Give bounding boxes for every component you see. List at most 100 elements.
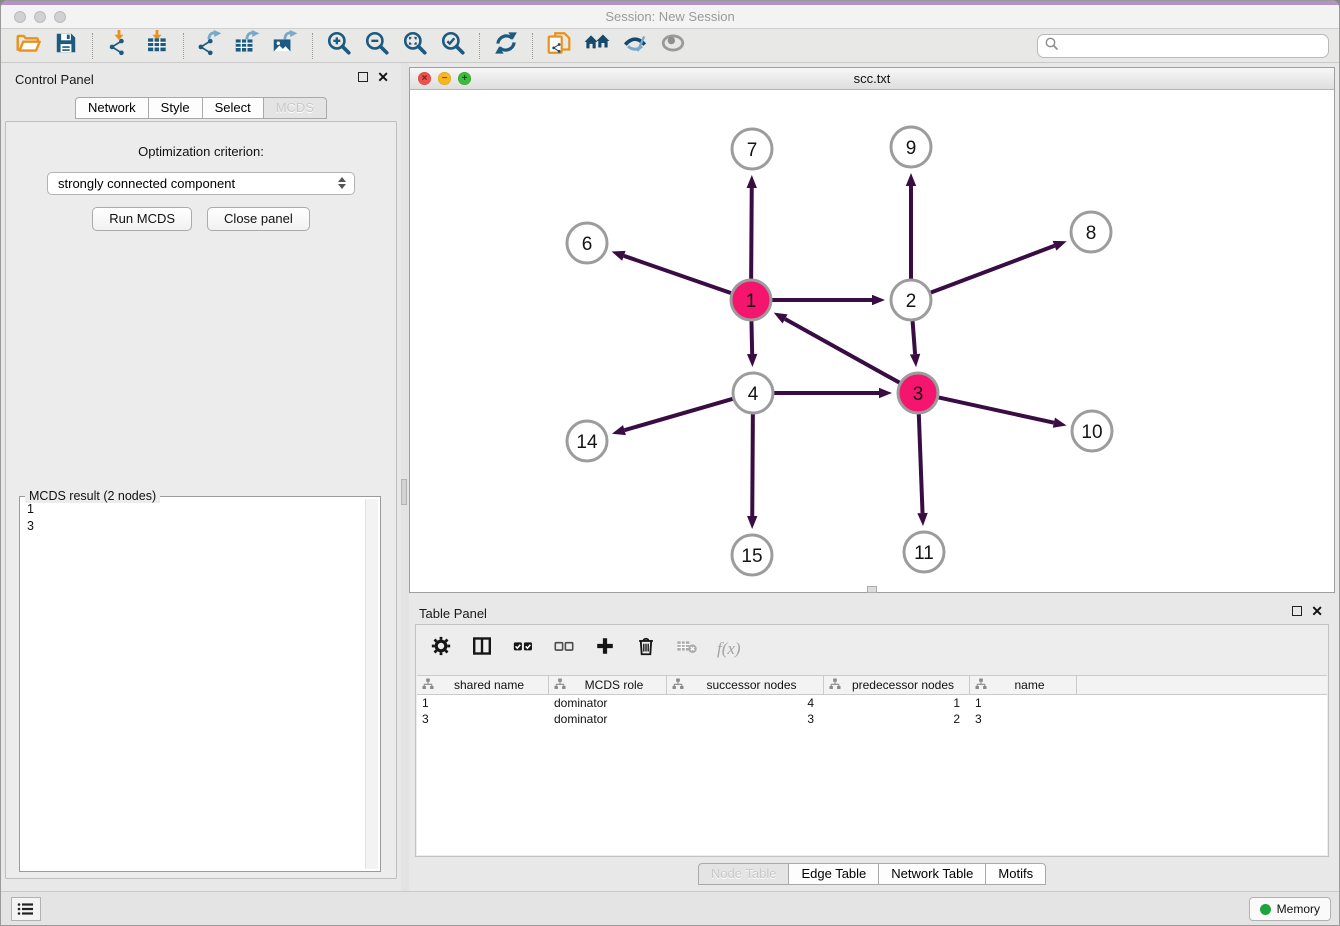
maximize-view-button[interactable]: + <box>458 72 471 85</box>
tab-node-table[interactable]: Node Table <box>698 863 790 885</box>
settings-gear-button[interactable] <box>430 635 452 662</box>
graphics-details-button[interactable] <box>616 31 654 61</box>
zoom-in-button[interactable] <box>320 31 358 61</box>
export-network-button[interactable] <box>191 31 229 61</box>
tab-mcds[interactable]: MCDS <box>263 97 327 119</box>
cell-MCDS-role[interactable]: dominator <box>549 696 667 710</box>
graph-edge-2-8[interactable] <box>931 241 1067 293</box>
export-table-button[interactable] <box>229 31 267 61</box>
graph-edge-1-2[interactable] <box>772 295 885 305</box>
import-network-button[interactable] <box>100 31 138 61</box>
task-history-button[interactable] <box>11 897 41 921</box>
graph-edge-4-3[interactable] <box>774 388 892 398</box>
graph-edge-3-11[interactable] <box>917 414 927 526</box>
export-network-icon <box>197 30 223 61</box>
float-table-panel-icon[interactable] <box>1292 606 1302 616</box>
table-row[interactable]: 3dominator323 <box>417 711 1327 727</box>
graph-node-2[interactable]: 2 <box>891 280 931 320</box>
delete-column-button[interactable] <box>635 635 657 662</box>
tab-motifs[interactable]: Motifs <box>985 863 1046 885</box>
close-panel-button[interactable]: Close panel <box>207 207 310 231</box>
tab-select[interactable]: Select <box>202 97 264 119</box>
cell-name[interactable]: 3 <box>970 712 1077 726</box>
graph-node-10[interactable]: 10 <box>1072 411 1112 451</box>
graph-node-7[interactable]: 7 <box>732 129 772 169</box>
zoom-in-icon <box>326 30 352 61</box>
cell-successor-nodes[interactable]: 3 <box>667 712 824 726</box>
table-row[interactable]: 1dominator411 <box>417 695 1327 711</box>
network-window-titlebar[interactable]: ×−+ scc.txt <box>410 68 1334 90</box>
import-network-icon <box>106 30 132 61</box>
svg-text:6: 6 <box>582 234 593 255</box>
graph-node-1[interactable]: 1 <box>731 280 771 320</box>
deselect-all-button[interactable] <box>553 635 575 662</box>
run-mcds-button[interactable]: Run MCDS <box>92 207 192 231</box>
graph-node-4[interactable]: 4 <box>733 373 773 413</box>
tab-style[interactable]: Style <box>148 97 203 119</box>
cell-predecessor-nodes[interactable]: 1 <box>824 696 970 710</box>
graph-edge-4-15[interactable] <box>747 414 757 529</box>
import-table-icon <box>144 30 170 61</box>
column-header-predecessor-nodes[interactable]: predecessor nodes <box>824 676 970 694</box>
refresh-layout-button[interactable] <box>487 31 525 61</box>
show-hide-icon <box>660 30 686 61</box>
criterion-dropdown[interactable]: strongly connected component <box>47 172 355 195</box>
column-header-MCDS-role[interactable]: MCDS role <box>549 676 667 694</box>
cell-name[interactable]: 1 <box>970 696 1077 710</box>
graph-node-8[interactable]: 8 <box>1071 212 1111 252</box>
cell-shared-name[interactable]: 1 <box>417 696 549 710</box>
graph-edge-1-4[interactable] <box>747 321 757 367</box>
export-image-button[interactable] <box>267 31 305 61</box>
column-header-successor-nodes[interactable]: successor nodes <box>667 676 824 694</box>
graph-edge-3-1[interactable] <box>774 313 900 383</box>
network-window: ×−+ scc.txt 1 2 3 4 6 7 8 9 10 11 14 15 <box>409 67 1335 593</box>
memory-button[interactable]: Memory <box>1249 897 1331 921</box>
graph-edge-2-3[interactable] <box>910 321 920 367</box>
column-header-name[interactable]: name <box>970 676 1077 694</box>
minimize-view-button[interactable]: − <box>438 72 451 85</box>
graph-edge-3-10[interactable] <box>939 397 1067 427</box>
cell-predecessor-nodes[interactable]: 2 <box>824 712 970 726</box>
cell-shared-name[interactable]: 3 <box>417 712 549 726</box>
graph-node-3[interactable]: 3 <box>898 373 938 413</box>
zoom-out-button[interactable] <box>358 31 396 61</box>
close-table-panel-icon[interactable]: ✕ <box>1311 605 1323 617</box>
close-view-button[interactable]: × <box>418 72 431 85</box>
search-box[interactable] <box>1037 34 1329 58</box>
tab-network-table[interactable]: Network Table <box>878 863 986 885</box>
show-hide-button[interactable] <box>654 31 692 61</box>
graph-node-14[interactable]: 14 <box>567 421 607 461</box>
save-session-button[interactable] <box>47 31 85 61</box>
add-column-button[interactable] <box>594 635 616 662</box>
panel-splitter[interactable] <box>401 63 409 893</box>
graph-edge-1-6[interactable] <box>612 251 732 293</box>
tab-edge-table[interactable]: Edge Table <box>788 863 879 885</box>
graph-node-15[interactable]: 15 <box>732 535 772 575</box>
zoom-selected-button[interactable] <box>434 31 472 61</box>
duplicate-network-button[interactable] <box>540 31 578 61</box>
graph-node-6[interactable]: 6 <box>567 223 607 263</box>
network-resize-handle[interactable] <box>867 586 877 593</box>
graph-edge-1-7[interactable] <box>747 175 757 279</box>
search-input[interactable] <box>1060 36 1328 56</box>
float-panel-icon[interactable] <box>358 72 368 82</box>
open-session-button[interactable] <box>9 31 47 61</box>
column-header-shared-name[interactable]: shared name <box>417 676 549 694</box>
import-table-button[interactable] <box>138 31 176 61</box>
split-panel-button[interactable] <box>471 635 493 662</box>
select-all-button[interactable] <box>512 635 534 662</box>
svg-text:2: 2 <box>906 291 917 312</box>
result-scrollbar[interactable] <box>365 499 378 869</box>
tab-network[interactable]: Network <box>75 97 149 119</box>
network-view[interactable]: 1 2 3 4 6 7 8 9 10 11 14 15 <box>410 90 1334 592</box>
graph-edge-4-14[interactable] <box>612 399 733 435</box>
splitter-handle[interactable] <box>401 479 407 505</box>
cell-successor-nodes[interactable]: 4 <box>667 696 824 710</box>
graph-node-9[interactable]: 9 <box>891 127 931 167</box>
close-panel-icon[interactable]: ✕ <box>377 71 389 83</box>
graph-node-11[interactable]: 11 <box>904 532 944 572</box>
graph-edge-2-9[interactable] <box>906 173 916 279</box>
cell-MCDS-role[interactable]: dominator <box>549 712 667 726</box>
home-button[interactable] <box>578 31 616 61</box>
zoom-fit-button[interactable] <box>396 31 434 61</box>
